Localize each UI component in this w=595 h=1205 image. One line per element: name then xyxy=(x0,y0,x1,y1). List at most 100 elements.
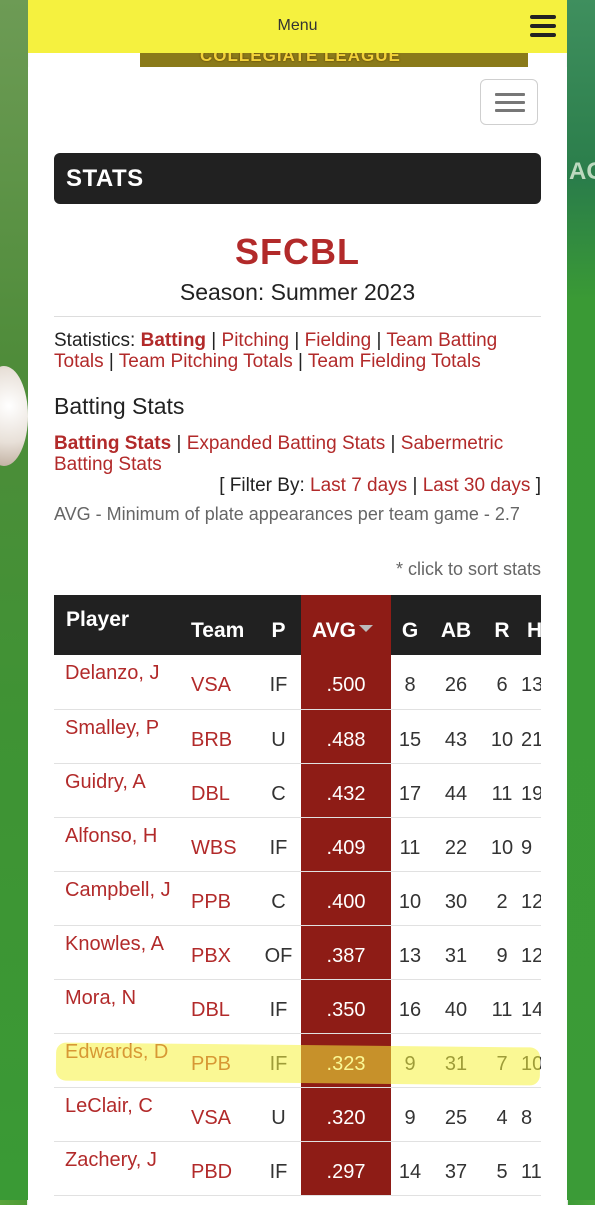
runs-cell: 9 xyxy=(483,925,521,980)
team-link[interactable]: DBL xyxy=(180,979,256,1034)
table-header-row: Player Team P AVG G AB R H xyxy=(54,595,541,655)
table-row: Delanzo, J VSA IF .500 8 26 6 13 xyxy=(54,655,541,710)
player-name-link[interactable]: Campbell, J xyxy=(54,871,180,926)
link-team-fielding-totals[interactable]: Team Fielding Totals xyxy=(308,351,481,372)
filter-suffix: ] xyxy=(535,475,541,496)
separator: | xyxy=(206,330,222,351)
player-name-link[interactable]: Delanzo, J xyxy=(54,655,180,710)
avg-note: AVG - Minimum of plate appearances per t… xyxy=(54,504,520,524)
separator: | xyxy=(292,351,308,372)
header-position[interactable]: P xyxy=(256,595,301,655)
link-batting[interactable]: Batting xyxy=(141,330,206,351)
table-row: Mora, N DBL IF .350 16 40 11 14 xyxy=(54,979,541,1034)
team-link[interactable]: WBS xyxy=(180,817,256,872)
stats-table: Player Team P AVG G AB R H Delanzo, J VSA… xyxy=(54,595,541,1196)
avg-cell: .297 xyxy=(301,1141,391,1196)
season-label: Season: Summer 2023 xyxy=(179,279,416,305)
team-link[interactable]: PBX xyxy=(180,925,256,980)
runs-cell: 5 xyxy=(483,1141,521,1196)
header-hits[interactable]: H xyxy=(521,595,541,655)
runs-cell: 10 xyxy=(483,817,521,872)
separator: | xyxy=(371,330,387,351)
hits-cell: 19 xyxy=(521,763,541,818)
position-cell: IF xyxy=(256,655,301,710)
position-cell: C xyxy=(256,763,301,818)
hits-cell: 12 xyxy=(521,925,541,980)
menu-bar[interactable]: Menu xyxy=(28,0,567,53)
runs-cell: 2 xyxy=(483,871,521,926)
team-link[interactable]: VSA xyxy=(180,655,256,710)
team-link[interactable]: VSA xyxy=(180,1087,256,1142)
banner-text: COLLEGIATE LEAGUE xyxy=(200,53,401,65)
avg-cell: .320 xyxy=(301,1087,391,1142)
at-bats-cell: 31 xyxy=(429,1033,483,1088)
player-name-link[interactable]: Zachery, J xyxy=(54,1141,180,1196)
header-games[interactable]: G xyxy=(391,595,429,655)
stats-header: STATS xyxy=(54,153,541,204)
table-row: LeClair, C VSA U .320 9 25 4 8 xyxy=(54,1087,541,1142)
hits-cell: 11 xyxy=(521,1141,541,1196)
hits-cell: 14 xyxy=(521,979,541,1034)
link-expanded-batting-stats[interactable]: Expanded Batting Stats xyxy=(187,433,386,454)
divider xyxy=(54,316,541,317)
player-name-link[interactable]: Mora, N xyxy=(54,979,180,1034)
header-runs[interactable]: R xyxy=(483,595,521,655)
position-cell: OF xyxy=(256,925,301,980)
team-link[interactable]: PPB xyxy=(180,871,256,926)
position-cell: IF xyxy=(256,979,301,1034)
separator: | xyxy=(103,351,119,372)
header-at-bats[interactable]: AB xyxy=(429,595,483,655)
header-team[interactable]: Team xyxy=(180,595,256,655)
games-cell: 10 xyxy=(391,871,429,926)
player-name-link[interactable]: Alfonso, H xyxy=(54,817,180,872)
table-row: Smalley, P BRB U .488 15 43 10 21 xyxy=(54,709,541,764)
hits-cell: 21 xyxy=(521,709,541,764)
hits-cell: 8 xyxy=(521,1087,541,1142)
position-cell: IF xyxy=(256,817,301,872)
runs-cell: 4 xyxy=(483,1087,521,1142)
header-player[interactable]: Player xyxy=(54,595,180,655)
link-team-pitching-totals[interactable]: Team Pitching Totals xyxy=(119,351,293,372)
filter-last-30-days[interactable]: Last 30 days xyxy=(423,475,531,496)
position-cell: U xyxy=(256,709,301,764)
player-name-link[interactable]: Edwards, D xyxy=(54,1033,180,1088)
menu-label[interactable]: Menu xyxy=(28,17,567,35)
player-name-link[interactable]: Smalley, P xyxy=(54,709,180,764)
avg-cell: .323 xyxy=(301,1033,391,1088)
filter-last-7-days[interactable]: Last 7 days xyxy=(310,475,407,496)
player-name-link[interactable]: Knowles, A xyxy=(54,925,180,980)
games-cell: 15 xyxy=(391,709,429,764)
header-avg[interactable]: AVG xyxy=(301,595,391,655)
at-bats-cell: 25 xyxy=(429,1087,483,1142)
games-cell: 14 xyxy=(391,1141,429,1196)
at-bats-cell: 31 xyxy=(429,925,483,980)
league-banner: COLLEGIATE LEAGUE xyxy=(140,53,528,67)
background-left xyxy=(0,0,28,1200)
avg-cell: .500 xyxy=(301,655,391,710)
navbar-toggle-button[interactable] xyxy=(480,79,538,125)
player-name-link[interactable]: Guidry, A xyxy=(54,763,180,818)
menu-hamburger-icon[interactable] xyxy=(530,15,556,37)
at-bats-cell: 26 xyxy=(429,655,483,710)
games-cell: 17 xyxy=(391,763,429,818)
team-link[interactable]: PPB xyxy=(180,1033,256,1088)
team-link[interactable]: DBL xyxy=(180,763,256,818)
runs-cell: 6 xyxy=(483,655,521,710)
avg-cell: .350 xyxy=(301,979,391,1034)
separator: | xyxy=(407,475,423,496)
link-fielding[interactable]: Fielding xyxy=(305,330,372,351)
games-cell: 16 xyxy=(391,979,429,1034)
link-pitching[interactable]: Pitching xyxy=(222,330,290,351)
header-avg-label: AVG xyxy=(312,619,356,642)
player-name-link[interactable]: LeClair, C xyxy=(54,1087,180,1142)
link-batting-stats[interactable]: Batting Stats xyxy=(54,433,171,454)
table-row: Campbell, J PPB C .400 10 30 2 12 xyxy=(54,871,541,926)
stats-table-container[interactable]: Player Team P AVG G AB R H Delanzo, J VSA… xyxy=(54,595,541,1205)
sort-note: * click to sort stats xyxy=(395,559,541,579)
avg-cell: .409 xyxy=(301,817,391,872)
team-link[interactable]: BRB xyxy=(180,709,256,764)
section-title: Batting Stats xyxy=(54,393,185,419)
team-link[interactable]: PBD xyxy=(180,1141,256,1196)
position-cell: IF xyxy=(256,1033,301,1088)
games-cell: 9 xyxy=(391,1087,429,1142)
